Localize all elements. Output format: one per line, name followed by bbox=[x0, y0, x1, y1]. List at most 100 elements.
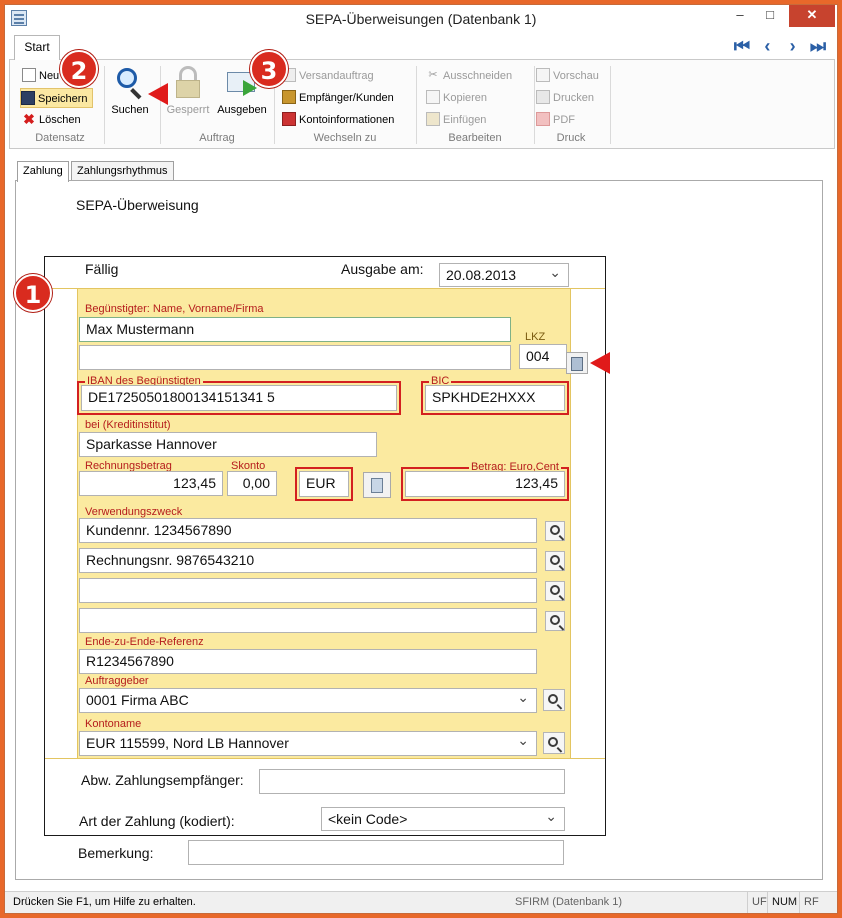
callout-badge-1: 1 bbox=[14, 274, 52, 312]
lookup-icon bbox=[550, 585, 560, 595]
status-rf: RF bbox=[799, 892, 823, 913]
tab-zahlung[interactable]: Zahlung bbox=[17, 161, 69, 182]
end-to-end-reference-input[interactable]: R1234567890 bbox=[79, 649, 537, 674]
callout-badge-2: 2 bbox=[60, 50, 98, 88]
beneficiary-label: Begünstigter: Name, Vorname/Firma bbox=[85, 303, 264, 315]
calculator-icon bbox=[371, 478, 383, 494]
status-num: NUM bbox=[767, 892, 801, 913]
bank-label: bei (Kreditinstitut) bbox=[85, 419, 171, 431]
account-name-label: Kontoname bbox=[85, 718, 142, 730]
tab-start[interactable]: Start bbox=[14, 35, 60, 60]
lookup-icon bbox=[550, 615, 560, 625]
new-button[interactable]: Neu bbox=[22, 66, 59, 86]
dispatch-order-button[interactable]: Versandauftrag bbox=[282, 66, 374, 86]
lookup-icon bbox=[550, 525, 560, 535]
originator-select[interactable]: 0001 Firma ABC bbox=[79, 688, 537, 713]
preview-button[interactable]: Vorschau bbox=[536, 66, 599, 86]
scissors-icon: ✂ bbox=[428, 69, 438, 82]
due-label: Fällig bbox=[85, 261, 119, 277]
payees-button[interactable]: Empfänger/Kunden bbox=[282, 88, 394, 108]
invoice-amount-input[interactable]: 123,45 bbox=[79, 471, 223, 496]
purpose-line-1-input[interactable]: Kundennr. 1234567890 bbox=[79, 518, 537, 543]
previous-record-icon[interactable]: ‹ bbox=[756, 36, 778, 56]
close-icon[interactable]: ✕ bbox=[789, 5, 835, 27]
paste-button[interactable]: Einfügen bbox=[426, 110, 486, 130]
first-record-icon[interactable]: ⏮ bbox=[731, 36, 753, 56]
discount-input[interactable]: 0,00 bbox=[227, 471, 277, 496]
iban-input[interactable]: DE17250501800134151341 5 bbox=[81, 385, 397, 411]
account-info-button[interactable]: Kontoinformationen bbox=[282, 110, 394, 130]
payment-panel: SEPA-Überweisung Fällig Ausgabe am: 20.0… bbox=[15, 180, 823, 880]
last-record-icon[interactable]: ⏭ bbox=[807, 36, 829, 56]
title-bar: SEPA-Überweisungen (Datenbank 1) – □ ✕ bbox=[5, 5, 837, 33]
purpose-line-3-input[interactable] bbox=[79, 578, 537, 603]
ribbon: Neu Speichern ✖ Löschen Datensatz Suchen … bbox=[9, 59, 835, 149]
ribbon-tabstrip: Start ⏮ ‹ › ⏭ bbox=[5, 33, 837, 60]
window-title: SEPA-Überweisungen (Datenbank 1) bbox=[305, 11, 537, 27]
pdf-icon bbox=[536, 112, 550, 127]
alt-payee-input[interactable] bbox=[259, 769, 565, 794]
currency-input[interactable]: EUR bbox=[299, 471, 349, 497]
account-info-icon bbox=[282, 112, 296, 127]
originator-search-button[interactable] bbox=[543, 689, 565, 711]
callout-arrow-bic bbox=[590, 352, 610, 374]
status-database: SFIRM (Datenbank 1) bbox=[515, 896, 622, 908]
address-book-icon bbox=[282, 90, 296, 105]
group-label-bearbeiten: Bearbeiten bbox=[448, 132, 502, 144]
group-label-druck: Druck bbox=[556, 132, 586, 144]
record-navigation: ⏮ ‹ › ⏭ bbox=[731, 36, 829, 56]
lookup-icon bbox=[550, 555, 560, 565]
purpose-line-4-input[interactable] bbox=[79, 608, 537, 633]
search-icon bbox=[548, 737, 558, 747]
print-button[interactable]: Drucken bbox=[536, 88, 594, 108]
country-code-label: LKZ bbox=[525, 331, 546, 343]
payment-type-label: Art der Zahlung (kodiert): bbox=[79, 813, 235, 829]
remark-input[interactable] bbox=[188, 840, 564, 865]
pdf-button[interactable]: PDF bbox=[536, 110, 575, 130]
bic-lookup-button[interactable] bbox=[566, 352, 588, 374]
alt-payee-label: Abw. Zahlungsempfänger: bbox=[81, 772, 244, 788]
minimize-icon[interactable]: – bbox=[725, 5, 755, 27]
beneficiary-name-line2-input[interactable] bbox=[79, 345, 511, 370]
transfer-box: Fällig Ausgabe am: 20.08.2013 Begünstigt… bbox=[44, 256, 606, 836]
search-icon bbox=[548, 694, 558, 704]
purpose-lookup-button-4[interactable] bbox=[545, 611, 565, 631]
paste-icon bbox=[426, 112, 440, 127]
issue-date-select[interactable]: 20.08.2013 bbox=[439, 263, 569, 287]
locked-button[interactable]: Gesperrt bbox=[160, 64, 216, 116]
bic-input[interactable]: SPKHDE2HXXX bbox=[425, 385, 565, 411]
account-name-select[interactable]: EUR 115599, Nord LB Hannover bbox=[79, 731, 537, 756]
app-window: SEPA-Überweisungen (Datenbank 1) – □ ✕ S… bbox=[4, 4, 838, 914]
group-label-auftrag: Auftrag bbox=[199, 132, 235, 144]
purpose-lookup-button-1[interactable] bbox=[545, 521, 565, 541]
beneficiary-name-input[interactable]: Max Mustermann bbox=[79, 317, 511, 342]
form-heading: SEPA-Überweisung bbox=[76, 197, 199, 213]
calculator-button[interactable] bbox=[363, 472, 391, 498]
content-area: Zahlung Zahlungsrhythmus SEPA-Überweisun… bbox=[9, 151, 835, 891]
purpose-lookup-button-2[interactable] bbox=[545, 551, 565, 571]
printer-icon bbox=[536, 90, 550, 105]
originator-label: Auftraggeber bbox=[85, 675, 149, 687]
purpose-line-2-input[interactable]: Rechnungsnr. 9876543210 bbox=[79, 548, 537, 573]
account-search-button[interactable] bbox=[543, 732, 565, 754]
remark-label: Bemerkung: bbox=[78, 845, 154, 861]
purpose-label: Verwendungszweck bbox=[85, 506, 183, 518]
tab-zahlungsrhythmus[interactable]: Zahlungsrhythmus bbox=[71, 161, 174, 181]
group-label-wechseln: Wechseln zu bbox=[313, 132, 377, 144]
status-bar: Drücken Sie F1, um Hilfe zu erhalten. SF… bbox=[5, 891, 837, 913]
maximize-icon[interactable]: □ bbox=[755, 5, 785, 27]
cut-button[interactable]: ✂ Ausschneiden bbox=[426, 66, 512, 86]
next-record-icon[interactable]: › bbox=[782, 36, 804, 56]
amount-input[interactable]: 123,45 bbox=[405, 471, 565, 497]
copy-icon bbox=[426, 90, 440, 105]
save-button[interactable]: Speichern bbox=[20, 88, 93, 108]
end-to-end-reference-label: Ende-zu-Ende-Referenz bbox=[85, 636, 204, 648]
divider-line bbox=[45, 758, 605, 759]
payment-type-select[interactable]: <kein Code> bbox=[321, 807, 565, 831]
purpose-lookup-button-3[interactable] bbox=[545, 581, 565, 601]
bank-lookup-icon bbox=[571, 356, 583, 371]
copy-button[interactable]: Kopieren bbox=[426, 88, 487, 108]
delete-button[interactable]: ✖ Löschen bbox=[22, 110, 80, 130]
country-code-input[interactable]: 004 bbox=[519, 344, 567, 369]
bank-input[interactable]: Sparkasse Hannover bbox=[79, 432, 377, 457]
